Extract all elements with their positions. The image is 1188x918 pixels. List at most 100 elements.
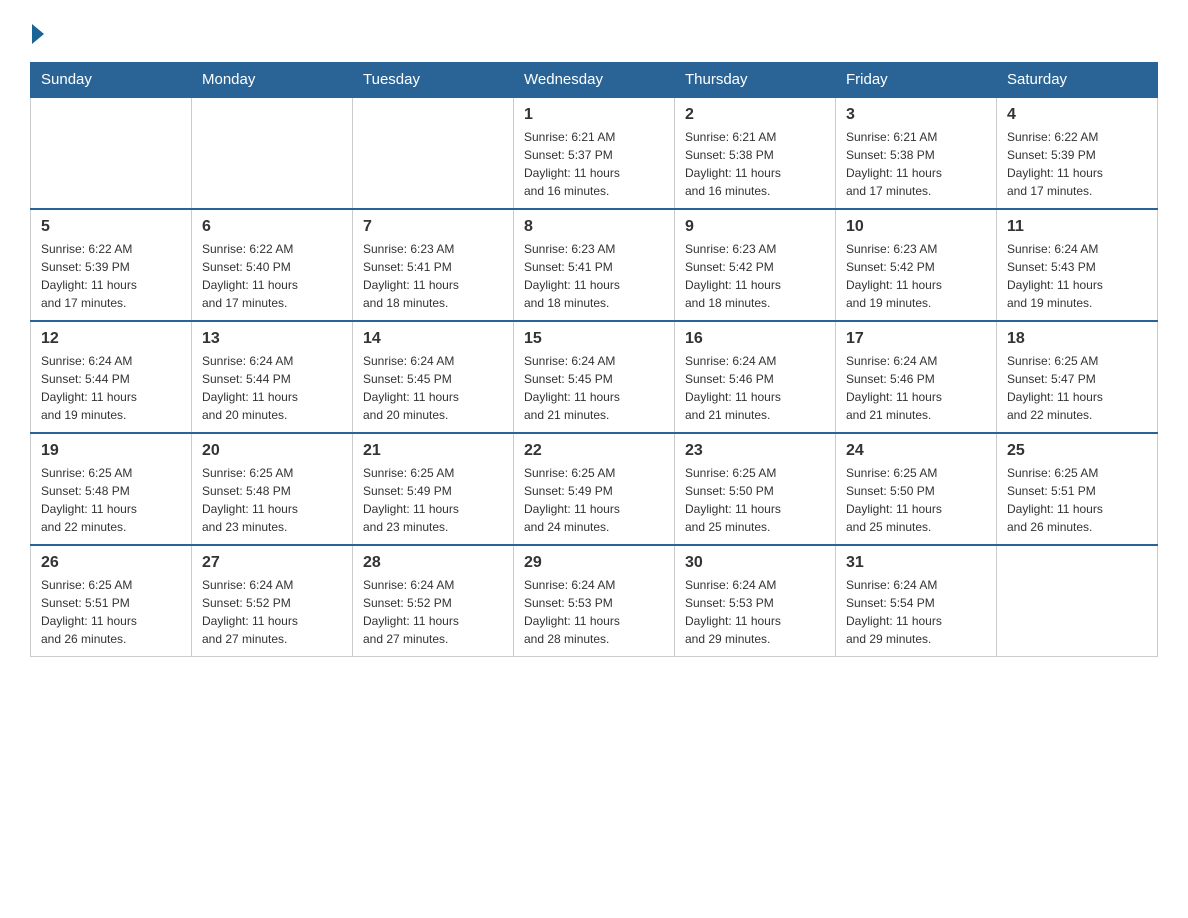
day-header-monday: Monday [192, 63, 353, 98]
cell-day-number: 9 [685, 218, 825, 236]
cell-sun-info: Sunrise: 6:21 AM Sunset: 5:38 PM Dayligh… [846, 128, 986, 200]
cell-day-number: 29 [524, 554, 664, 572]
cell-sun-info: Sunrise: 6:24 AM Sunset: 5:53 PM Dayligh… [685, 576, 825, 648]
week-row-5: 26 Sunrise: 6:25 AM Sunset: 5:51 PM Dayli… [31, 545, 1158, 657]
day-header-thursday: Thursday [675, 63, 836, 98]
calendar-cell: 18 Sunrise: 6:25 AM Sunset: 5:47 PM Dayli… [997, 321, 1158, 433]
cell-day-number: 20 [202, 442, 342, 460]
cell-day-number: 23 [685, 442, 825, 460]
calendar-header-row: SundayMondayTuesdayWednesdayThursdayFrid… [31, 63, 1158, 98]
cell-day-number: 11 [1007, 218, 1147, 236]
cell-day-number: 25 [1007, 442, 1147, 460]
cell-day-number: 17 [846, 330, 986, 348]
cell-sun-info: Sunrise: 6:25 AM Sunset: 5:48 PM Dayligh… [41, 464, 181, 536]
calendar-cell: 2Sunrise: 6:21 AM Sunset: 5:38 PM Daylig… [675, 97, 836, 209]
cell-day-number: 18 [1007, 330, 1147, 348]
cell-sun-info: Sunrise: 6:24 AM Sunset: 5:53 PM Dayligh… [524, 576, 664, 648]
logo-arrow-icon [32, 24, 44, 44]
calendar-cell: 8 Sunrise: 6:23 AM Sunset: 5:41 PM Daylig… [514, 209, 675, 321]
cell-day-number: 10 [846, 218, 986, 236]
calendar-cell: 19Sunrise: 6:25 AM Sunset: 5:48 PM Dayli… [31, 433, 192, 545]
week-row-2: 5 Sunrise: 6:22 AM Sunset: 5:39 PM Daylig… [31, 209, 1158, 321]
day-header-wednesday: Wednesday [514, 63, 675, 98]
cell-day-number: 8 [524, 218, 664, 236]
calendar-cell: 10 Sunrise: 6:23 AM Sunset: 5:42 PM Dayli… [836, 209, 997, 321]
cell-sun-info: Sunrise: 6:21 AM Sunset: 5:38 PM Dayligh… [685, 128, 825, 200]
cell-day-number: 4 [1007, 106, 1147, 124]
cell-day-number: 12 [41, 330, 181, 348]
cell-sun-info: Sunrise: 6:24 AM Sunset: 5:46 PM Dayligh… [685, 352, 825, 424]
cell-day-number: 28 [363, 554, 503, 572]
calendar-cell: 1 Sunrise: 6:21 AM Sunset: 5:37 PM Daylig… [514, 97, 675, 209]
cell-sun-info: Sunrise: 6:25 AM Sunset: 5:49 PM Dayligh… [363, 464, 503, 536]
calendar-cell: 5 Sunrise: 6:22 AM Sunset: 5:39 PM Daylig… [31, 209, 192, 321]
calendar-cell: 26 Sunrise: 6:25 AM Sunset: 5:51 PM Dayli… [31, 545, 192, 657]
calendar-cell: 25 Sunrise: 6:25 AM Sunset: 5:51 PM Dayli… [997, 433, 1158, 545]
cell-sun-info: Sunrise: 6:25 AM Sunset: 5:51 PM Dayligh… [1007, 464, 1147, 536]
cell-sun-info: Sunrise: 6:25 AM Sunset: 5:48 PM Dayligh… [202, 464, 342, 536]
cell-day-number: 6 [202, 218, 342, 236]
cell-sun-info: Sunrise: 6:25 AM Sunset: 5:50 PM Dayligh… [846, 464, 986, 536]
calendar-cell: 27 Sunrise: 6:24 AM Sunset: 5:52 PM Dayli… [192, 545, 353, 657]
cell-day-number: 27 [202, 554, 342, 572]
day-header-friday: Friday [836, 63, 997, 98]
cell-sun-info: Sunrise: 6:24 AM Sunset: 5:52 PM Dayligh… [202, 576, 342, 648]
cell-day-number: 14 [363, 330, 503, 348]
calendar-cell: 28 Sunrise: 6:24 AM Sunset: 5:52 PM Dayli… [353, 545, 514, 657]
cell-day-number: 24 [846, 442, 986, 460]
cell-sun-info: Sunrise: 6:23 AM Sunset: 5:41 PM Dayligh… [363, 240, 503, 312]
calendar-cell [353, 97, 514, 209]
cell-day-number: 5 [41, 218, 181, 236]
cell-day-number: 26 [41, 554, 181, 572]
calendar-cell: 16 Sunrise: 6:24 AM Sunset: 5:46 PM Dayli… [675, 321, 836, 433]
cell-sun-info: Sunrise: 6:24 AM Sunset: 5:54 PM Dayligh… [846, 576, 986, 648]
day-header-saturday: Saturday [997, 63, 1158, 98]
day-header-sunday: Sunday [31, 63, 192, 98]
calendar-cell: 4 Sunrise: 6:22 AM Sunset: 5:39 PM Daylig… [997, 97, 1158, 209]
cell-sun-info: Sunrise: 6:22 AM Sunset: 5:39 PM Dayligh… [41, 240, 181, 312]
cell-sun-info: Sunrise: 6:22 AM Sunset: 5:39 PM Dayligh… [1007, 128, 1147, 200]
cell-sun-info: Sunrise: 6:25 AM Sunset: 5:50 PM Dayligh… [685, 464, 825, 536]
calendar-cell: 17 Sunrise: 6:24 AM Sunset: 5:46 PM Dayli… [836, 321, 997, 433]
cell-sun-info: Sunrise: 6:25 AM Sunset: 5:47 PM Dayligh… [1007, 352, 1147, 424]
calendar-cell [192, 97, 353, 209]
cell-sun-info: Sunrise: 6:24 AM Sunset: 5:46 PM Dayligh… [846, 352, 986, 424]
calendar-cell: 15 Sunrise: 6:24 AM Sunset: 5:45 PM Dayli… [514, 321, 675, 433]
calendar-cell [31, 97, 192, 209]
calendar-cell: 13Sunrise: 6:24 AM Sunset: 5:44 PM Dayli… [192, 321, 353, 433]
cell-day-number: 16 [685, 330, 825, 348]
calendar-cell [997, 545, 1158, 657]
cell-day-number: 3 [846, 106, 986, 124]
cell-sun-info: Sunrise: 6:22 AM Sunset: 5:40 PM Dayligh… [202, 240, 342, 312]
calendar-cell: 20 Sunrise: 6:25 AM Sunset: 5:48 PM Dayli… [192, 433, 353, 545]
page-header [30, 24, 1158, 44]
calendar-cell: 7Sunrise: 6:23 AM Sunset: 5:41 PM Daylig… [353, 209, 514, 321]
calendar-cell: 14 Sunrise: 6:24 AM Sunset: 5:45 PM Dayli… [353, 321, 514, 433]
calendar-cell: 12 Sunrise: 6:24 AM Sunset: 5:44 PM Dayli… [31, 321, 192, 433]
cell-sun-info: Sunrise: 6:24 AM Sunset: 5:44 PM Dayligh… [41, 352, 181, 424]
calendar-cell: 30Sunrise: 6:24 AM Sunset: 5:53 PM Dayli… [675, 545, 836, 657]
cell-sun-info: Sunrise: 6:25 AM Sunset: 5:51 PM Dayligh… [41, 576, 181, 648]
logo [30, 24, 44, 44]
cell-day-number: 1 [524, 106, 664, 124]
calendar-cell: 23 Sunrise: 6:25 AM Sunset: 5:50 PM Dayli… [675, 433, 836, 545]
cell-sun-info: Sunrise: 6:25 AM Sunset: 5:49 PM Dayligh… [524, 464, 664, 536]
cell-day-number: 15 [524, 330, 664, 348]
cell-sun-info: Sunrise: 6:23 AM Sunset: 5:41 PM Dayligh… [524, 240, 664, 312]
cell-sun-info: Sunrise: 6:24 AM Sunset: 5:45 PM Dayligh… [524, 352, 664, 424]
calendar-cell: 22Sunrise: 6:25 AM Sunset: 5:49 PM Dayli… [514, 433, 675, 545]
calendar-cell: 9Sunrise: 6:23 AM Sunset: 5:42 PM Daylig… [675, 209, 836, 321]
week-row-4: 19Sunrise: 6:25 AM Sunset: 5:48 PM Dayli… [31, 433, 1158, 545]
week-row-1: 1 Sunrise: 6:21 AM Sunset: 5:37 PM Daylig… [31, 97, 1158, 209]
cell-day-number: 21 [363, 442, 503, 460]
calendar-cell: 24 Sunrise: 6:25 AM Sunset: 5:50 PM Dayli… [836, 433, 997, 545]
calendar-cell: 11Sunrise: 6:24 AM Sunset: 5:43 PM Dayli… [997, 209, 1158, 321]
week-row-3: 12 Sunrise: 6:24 AM Sunset: 5:44 PM Dayli… [31, 321, 1158, 433]
calendar-cell: 31Sunrise: 6:24 AM Sunset: 5:54 PM Dayli… [836, 545, 997, 657]
cell-sun-info: Sunrise: 6:21 AM Sunset: 5:37 PM Dayligh… [524, 128, 664, 200]
cell-sun-info: Sunrise: 6:24 AM Sunset: 5:45 PM Dayligh… [363, 352, 503, 424]
calendar-cell: 3 Sunrise: 6:21 AM Sunset: 5:38 PM Daylig… [836, 97, 997, 209]
cell-sun-info: Sunrise: 6:24 AM Sunset: 5:44 PM Dayligh… [202, 352, 342, 424]
cell-sun-info: Sunrise: 6:24 AM Sunset: 5:52 PM Dayligh… [363, 576, 503, 648]
cell-sun-info: Sunrise: 6:23 AM Sunset: 5:42 PM Dayligh… [846, 240, 986, 312]
